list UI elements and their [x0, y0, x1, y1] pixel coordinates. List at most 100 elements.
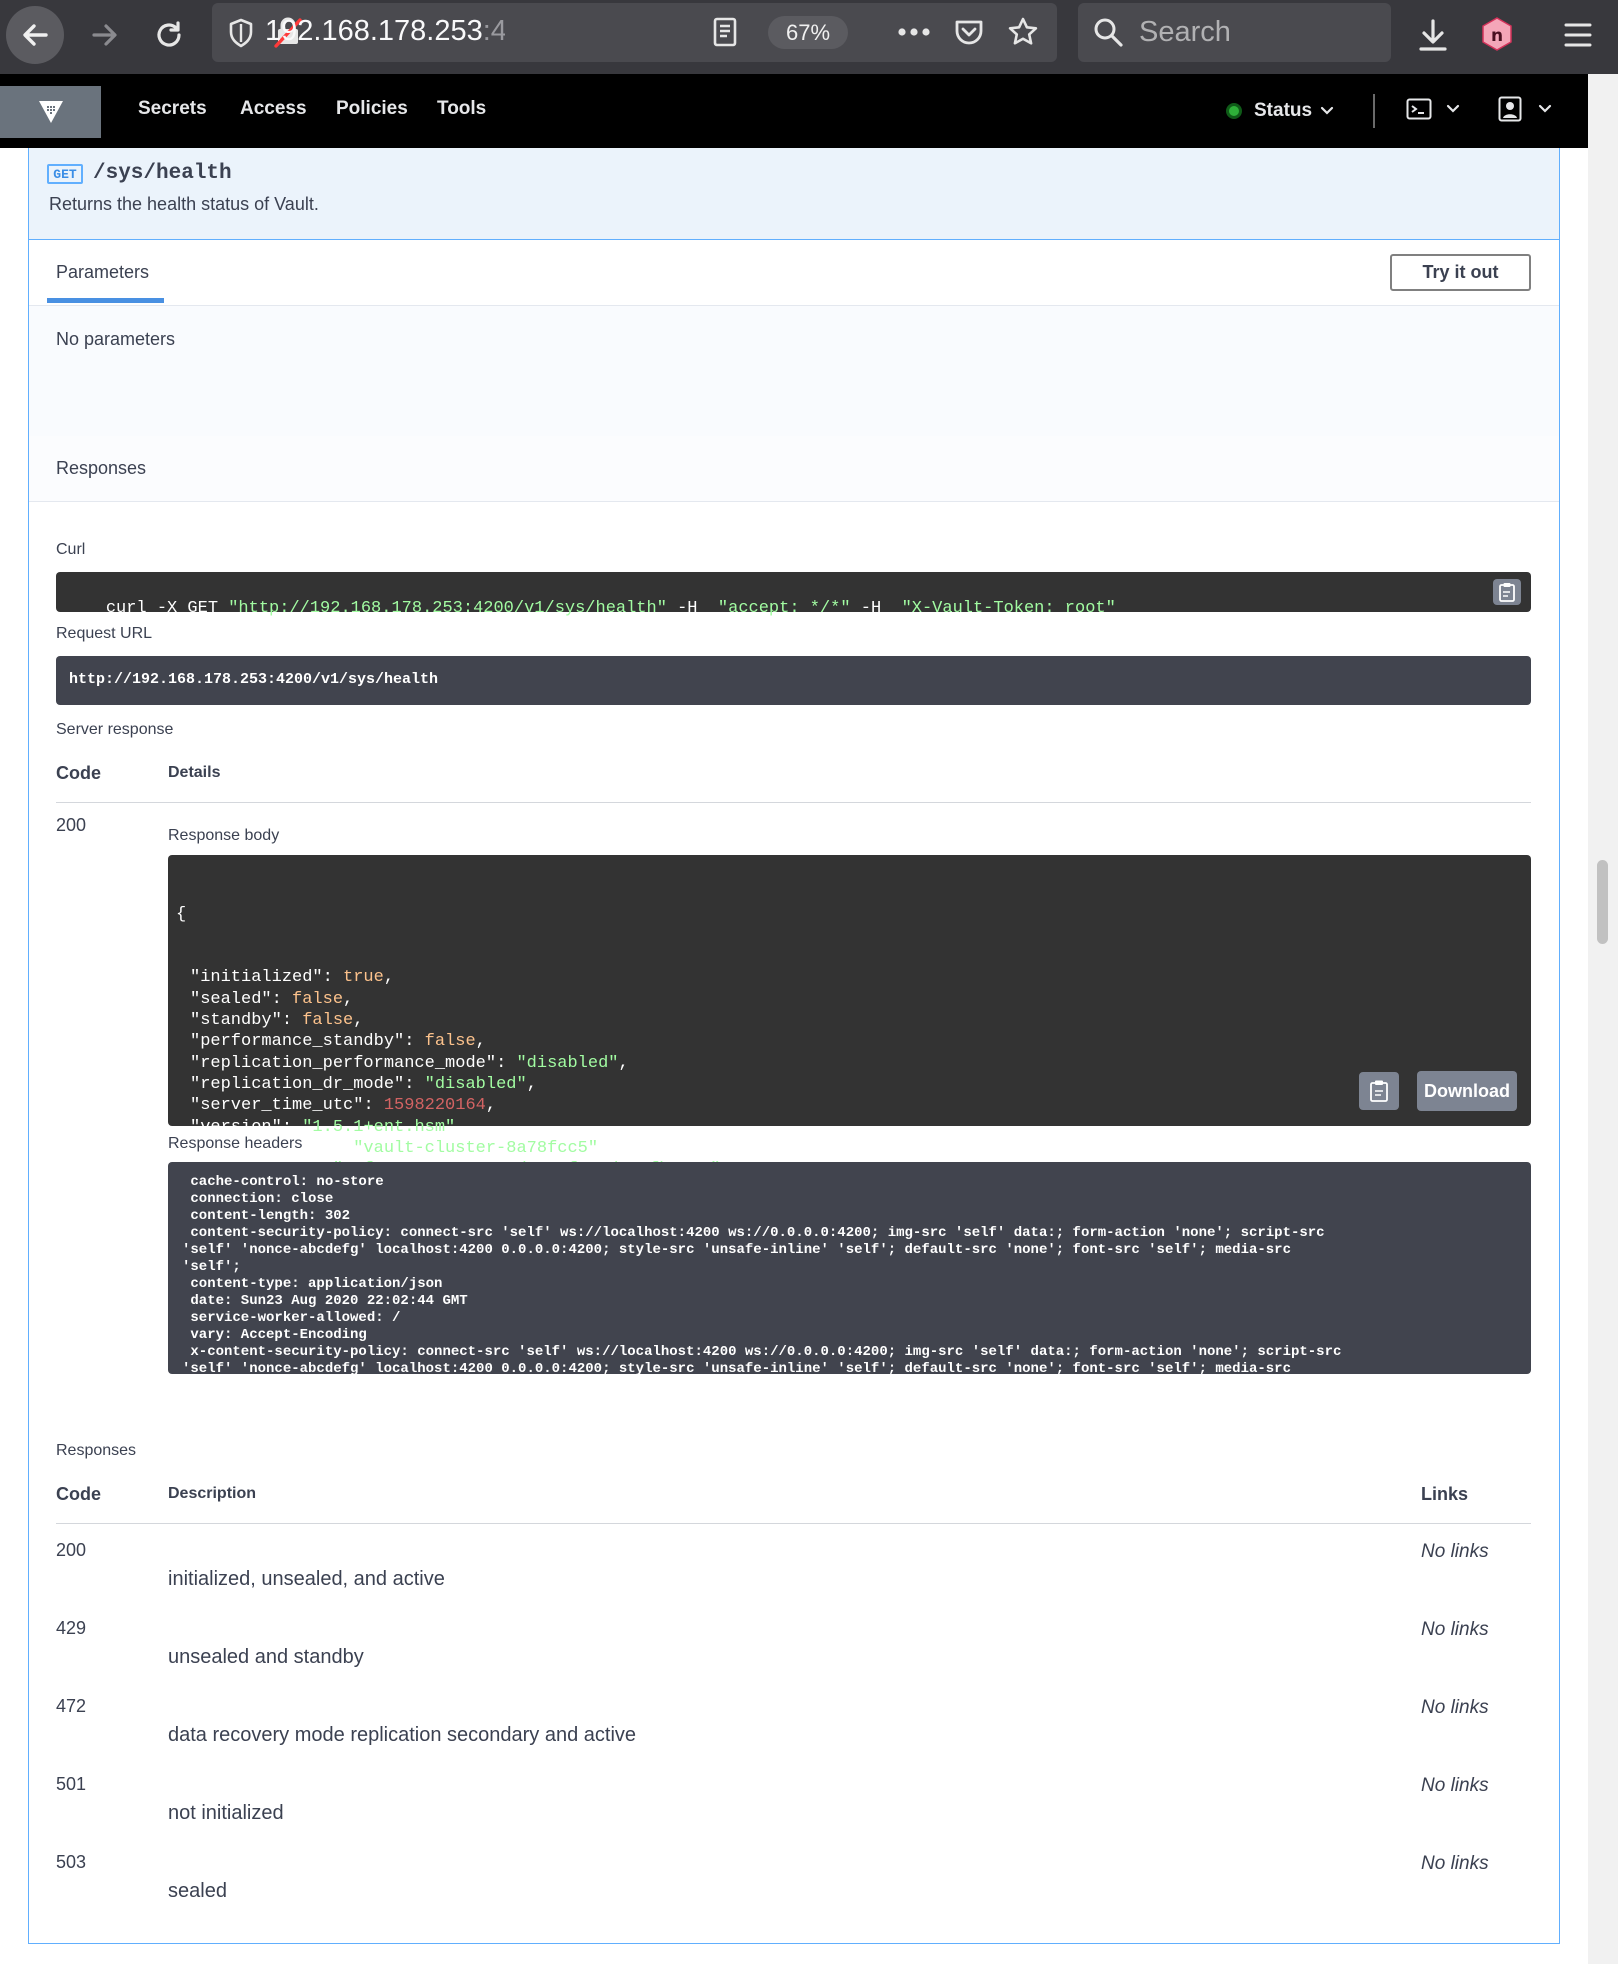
json-comma: , [618, 1053, 629, 1073]
json-comma: , [475, 1032, 486, 1052]
scrollbar-track[interactable] [1588, 74, 1618, 1964]
request-url-label: Request URL [56, 625, 153, 642]
json-value: false [302, 1011, 354, 1031]
url-path: :4200/ui/vau [482, 15, 505, 47]
extension-hexagon-icon: n [1482, 17, 1512, 51]
json-line: "sealed": false, [176, 989, 1523, 1010]
back-button[interactable] [6, 6, 64, 64]
tab-active-indicator [47, 298, 164, 303]
menu-button[interactable] [1555, 12, 1601, 58]
response-links: No links [1421, 1619, 1489, 1640]
json-comma: , [343, 989, 354, 1009]
downloads-button[interactable] [1410, 12, 1456, 58]
response-description: unsealed and standby [168, 1646, 364, 1668]
json-line: "replication_dr_mode": "disabled", [176, 1074, 1523, 1095]
json-value: "vault-cluster-8a78fcc5" [353, 1138, 599, 1158]
json-line: "initialized": true, [176, 967, 1523, 988]
curl-header-accept: "accept: */*" [717, 599, 851, 618]
json-value: "disabled" [424, 1074, 527, 1094]
responses-table-label: Responses [56, 1442, 137, 1459]
extension-button[interactable]: n [1475, 12, 1519, 56]
json-value: false [292, 989, 344, 1009]
curl-header-token: "X-Vault-Token: root" [901, 599, 1116, 618]
copy-response-button[interactable] [1359, 1072, 1399, 1110]
json-comma: , [598, 1138, 609, 1158]
shield-icon[interactable] [228, 18, 254, 48]
url-host: 192.168.178.253 [265, 15, 483, 47]
address-bar[interactable]: 192.168.178.253:4200/ui/vau 67% [212, 3, 1057, 62]
json-value: "disabled" [516, 1053, 619, 1073]
forward-arrow-icon [92, 24, 117, 46]
user-menu[interactable] [1498, 96, 1552, 122]
json-key: "replication_performance_mode" [190, 1053, 497, 1073]
reader-view-icon[interactable] [712, 17, 738, 47]
json-value: true [343, 968, 384, 988]
console-menu[interactable] [1406, 98, 1460, 120]
response-headers-label: Response headers [168, 1135, 303, 1152]
response-body: { "initialized": true, "sealed": false, "s… [168, 855, 1531, 1243]
page-actions-icon[interactable] [897, 27, 931, 37]
response-description: not initialized [168, 1802, 284, 1824]
parameters-body [29, 306, 1559, 436]
search-icon [1092, 16, 1124, 48]
tab-parameters[interactable]: Parameters [56, 262, 149, 283]
copy-curl-button[interactable] [1493, 579, 1521, 605]
http-method-badge: GET [47, 164, 83, 184]
json-separator: : [404, 1074, 425, 1094]
json-separator: : [496, 1053, 517, 1073]
nav-item-secrets[interactable]: Secrets [138, 98, 207, 120]
url-text[interactable]: 192.168.178.253:4200/ui/vau [265, 15, 505, 48]
nav-item-policies[interactable]: Policies [336, 98, 408, 120]
clipboard-icon [1370, 1080, 1388, 1102]
json-separator: : [332, 1138, 354, 1158]
zoom-level-badge[interactable]: 67% [768, 16, 848, 49]
json-key: "initialized" [190, 968, 323, 988]
chevron-down-icon [1320, 106, 1334, 115]
json-key: "version" [190, 1117, 282, 1137]
forward-button[interactable] [82, 12, 128, 58]
response-links: No links [1421, 1697, 1489, 1718]
reload-button[interactable] [146, 12, 192, 58]
json-comma: , [526, 1074, 537, 1094]
vault-logo[interactable] [0, 86, 101, 138]
search-bar[interactable]: Search [1078, 3, 1391, 62]
response-links: No links [1421, 1853, 1489, 1874]
curl-url: "http://192.168.178.253:4200/v1/sys/heal… [228, 599, 667, 618]
response-body-label: Response body [168, 827, 280, 844]
bookmark-star-icon[interactable] [1007, 16, 1039, 48]
responses-title: Responses [56, 458, 147, 478]
request-url: http://192.168.178.253:4200/v1/sys/healt… [56, 656, 1531, 705]
responses-col-links: Links [1421, 1484, 1469, 1504]
nav-item-access[interactable]: Access [240, 98, 307, 120]
operation-path: /sys/health [93, 162, 232, 185]
json-separator: : [322, 968, 344, 988]
responses-col-description: Description [168, 1485, 257, 1502]
response-links: No links [1421, 1541, 1489, 1562]
response-links: No links [1421, 1775, 1489, 1796]
pocket-icon[interactable] [954, 17, 984, 47]
curl-h2-flag: -H [850, 599, 902, 618]
operation-block: GET /sys/health Returns the health statu… [28, 148, 1560, 1944]
download-button[interactable]: Download [1417, 1071, 1517, 1111]
browser-toolbar: 192.168.178.253:4200/ui/vau 67% Search n [0, 0, 1618, 74]
responses-col-code: Code [56, 1484, 101, 1504]
clipboard-icon [1499, 583, 1515, 602]
operation-description: Returns the health status of Vault. [49, 194, 319, 214]
try-it-out-button[interactable]: Try it out [1390, 254, 1531, 291]
json-value: "1.5.1+ent.hsm" [302, 1117, 456, 1137]
response-code: 200 [56, 1540, 87, 1560]
json-lines: "initialized": true, "sealed": false, "sta… [176, 967, 1523, 1180]
response-code: 503 [56, 1852, 87, 1872]
operation-summary[interactable]: GET /sys/health Returns the health statu… [29, 148, 1559, 240]
scrollbar-thumb[interactable] [1597, 860, 1608, 944]
server-response-label: Server response [56, 721, 174, 738]
server-response-divider [56, 802, 1531, 803]
json-open-brace: { [176, 904, 187, 924]
response-code: 501 [56, 1774, 87, 1794]
nav-item-tools[interactable]: Tools [437, 98, 486, 120]
status-menu[interactable]: Status [1226, 96, 1334, 126]
json-separator: : [363, 1096, 384, 1116]
vault-navbar: Secrets Access Policies Tools Status [0, 74, 1588, 148]
chevron-down-icon [1446, 104, 1460, 113]
json-key: "replication_dr_mode" [190, 1074, 405, 1094]
